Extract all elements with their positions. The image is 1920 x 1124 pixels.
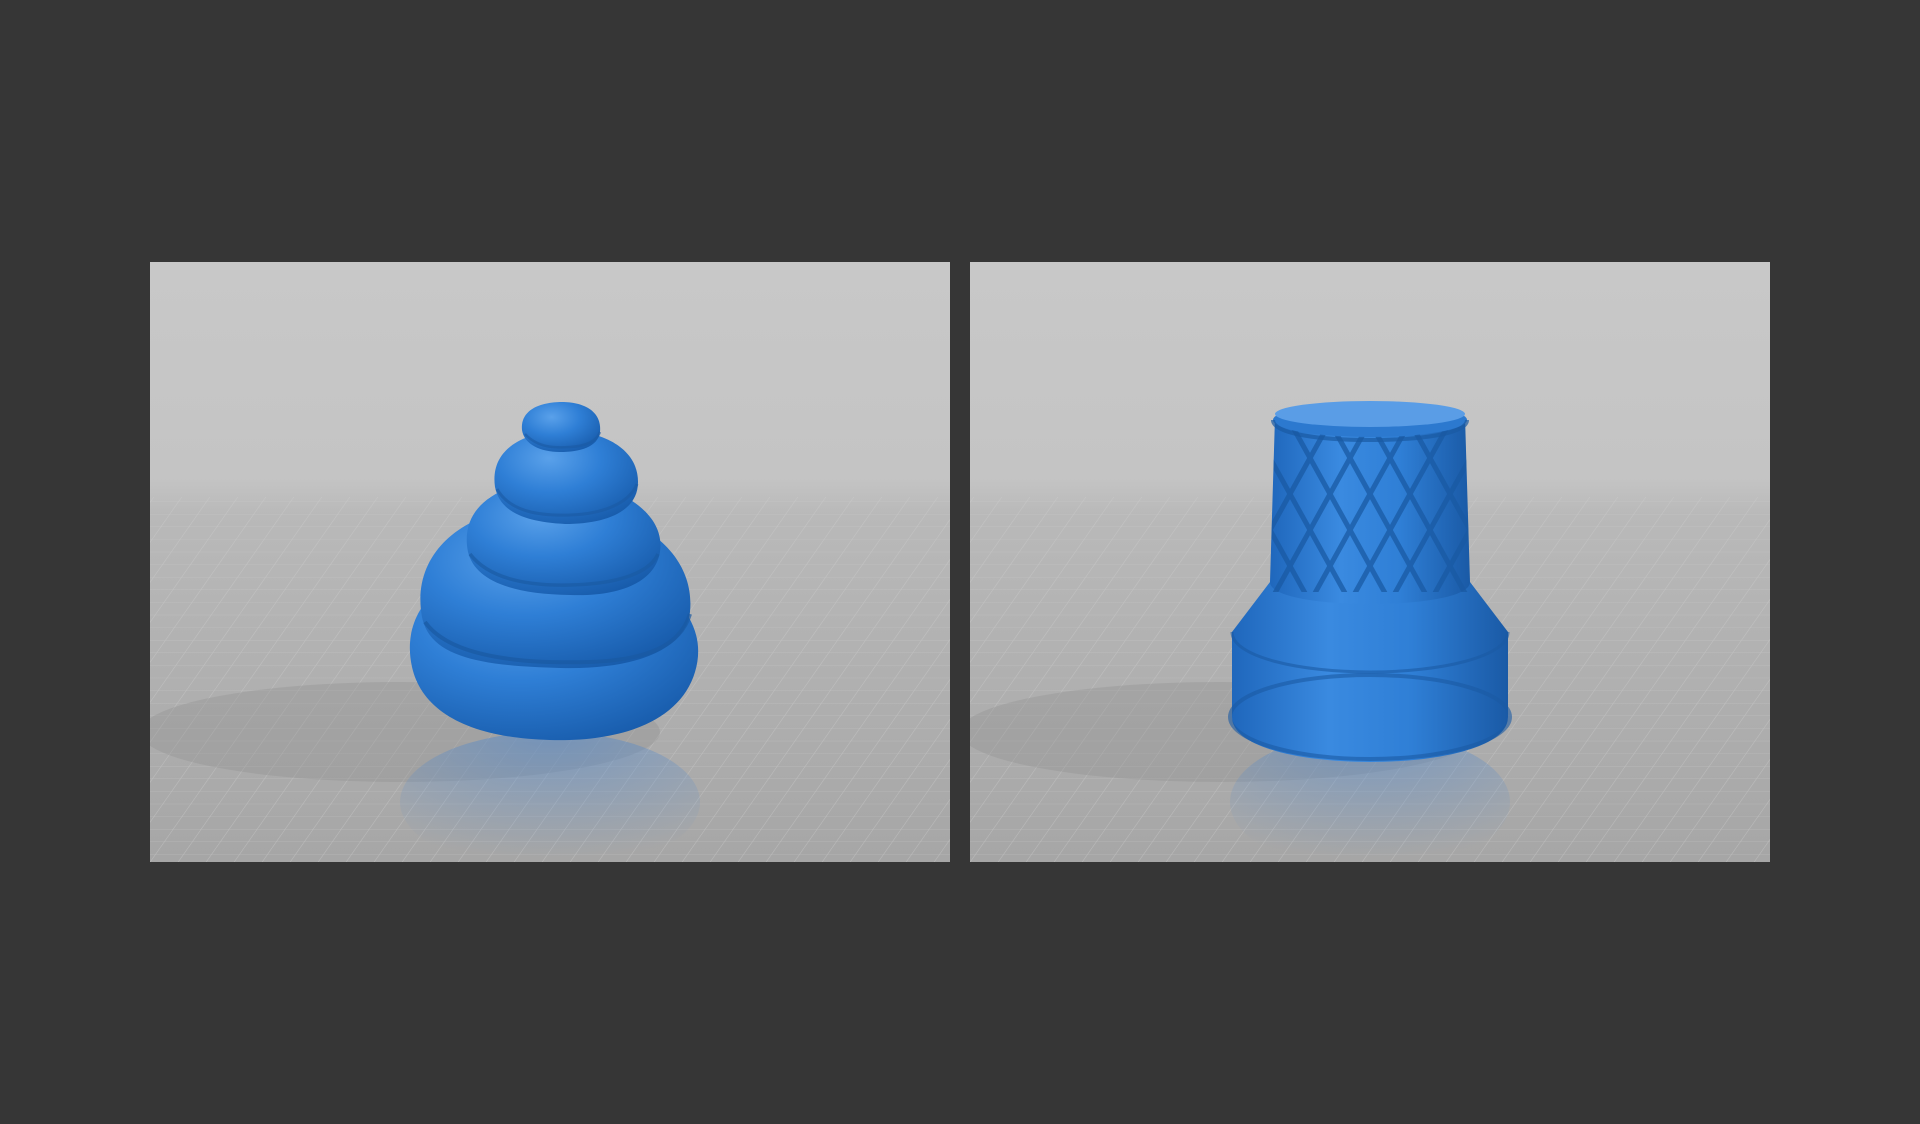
render-panel-swirl — [150, 262, 950, 862]
swirl-render — [150, 262, 950, 862]
render-panel-cone-cup — [970, 262, 1770, 862]
cone-cup-render — [970, 262, 1770, 862]
image-stage — [0, 0, 1920, 1124]
